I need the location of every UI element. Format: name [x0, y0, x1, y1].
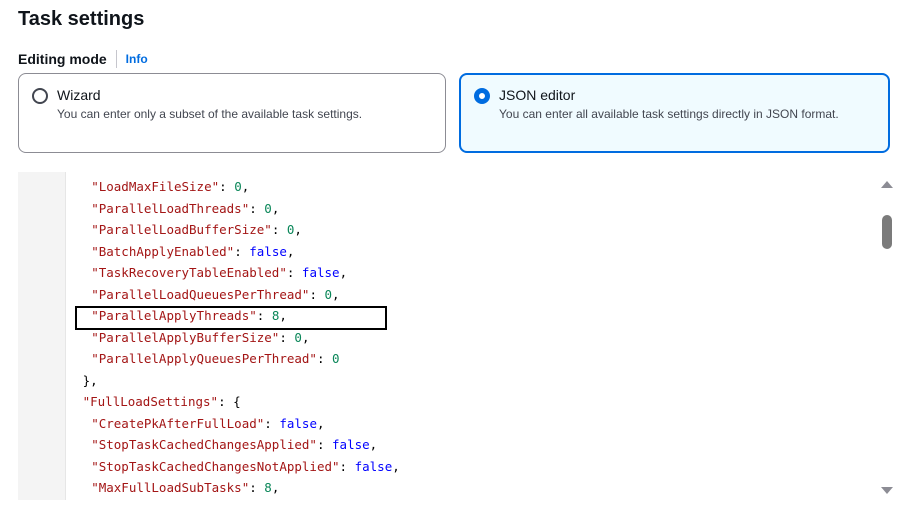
wizard-radio[interactable]: [32, 88, 48, 104]
json-separator: :: [249, 200, 265, 216]
triangle-up-icon[interactable]: [881, 181, 893, 188]
json-comma: ,: [271, 480, 280, 495]
json-value: 8: [264, 480, 272, 495]
json-separator: :: [286, 265, 302, 280]
scrollbar-thumb[interactable]: [882, 215, 892, 249]
json-comma: ,: [339, 265, 348, 280]
json-value: 0: [332, 351, 340, 366]
json-value: false: [354, 458, 393, 474]
code-line[interactable]: 10"LoadMaxFileSize": 0,: [91, 176, 249, 198]
json-separator: :: [316, 437, 333, 452]
json-value: 0: [234, 179, 242, 194]
json-comma: ,: [369, 437, 378, 452]
json-value: false: [332, 437, 370, 452]
json-comma: ,: [301, 329, 310, 345]
code-line[interactable]: 12"ParallelLoadBufferSize": 0,: [91, 219, 302, 241]
json-key: "ParallelLoadThreads": [91, 200, 250, 216]
json-separator: :: [309, 286, 325, 302]
highlight-box: [75, 306, 387, 330]
divider: [115, 50, 117, 68]
json-value: 0: [324, 286, 333, 302]
json-key: "CreatePkAfterFullLoad": [91, 415, 265, 431]
json-separator: :: [219, 179, 235, 194]
json-editor-option-tile[interactable]: JSON editor You can enter all available …: [459, 73, 890, 153]
json-separator: :: [234, 243, 250, 259]
json-value: 0: [264, 200, 272, 216]
json-key: "LoadMaxFileSize": [91, 179, 220, 194]
json-key: "ParallelApplyBufferSize": [91, 329, 280, 345]
code-line[interactable]: 11"ParallelLoadThreads": 0,: [91, 198, 279, 220]
code-line[interactable]: 21"CreatePkAfterFullLoad": false,: [91, 413, 324, 435]
wizard-option-title: Wizard: [57, 87, 101, 103]
info-link[interactable]: Info: [126, 52, 148, 66]
json-separator: :: [271, 222, 287, 237]
code-line[interactable]: 14"TaskRecoveryTableEnabled": false,: [91, 262, 347, 284]
editing-mode-header: Editing mode Info: [18, 50, 148, 68]
json-key: "ParallelLoadBufferSize": [91, 222, 272, 237]
json-key: "FullLoadSettings": [82, 394, 219, 409]
wizard-option-description: You can enter only a subset of the avail…: [57, 107, 363, 121]
json-comma: ,: [392, 458, 400, 474]
json-value: {: [233, 394, 241, 409]
json-editor-option-description: You can enter all available task setting…: [499, 107, 839, 121]
json-separator: :: [279, 329, 295, 345]
code-line[interactable]: 23"StopTaskCachedChangesNotApplied": fal…: [91, 456, 400, 478]
json-separator: :: [249, 480, 265, 495]
json-key: "TaskRecoveryTableEnabled": [91, 265, 287, 280]
json-separator: :: [339, 458, 355, 474]
json-value: false: [301, 265, 340, 280]
json-editor-option-title: JSON editor: [499, 87, 576, 103]
json-editor-radio[interactable]: [474, 88, 490, 104]
json-key: "BatchApplyEnabled": [91, 243, 235, 259]
editing-mode-label: Editing mode: [18, 51, 107, 67]
json-comma: ,: [286, 243, 295, 259]
code-line[interactable]: 18"ParallelApplyQueuesPerThread": 0: [91, 348, 339, 370]
json-value: 0: [294, 329, 302, 345]
code-line[interactable]: 13"BatchApplyEnabled": false,: [91, 241, 294, 263]
code-content[interactable]: 10"LoadMaxFileSize": 0,11"ParallelLoadTh…: [66, 172, 864, 500]
wizard-option-tile[interactable]: Wizard You can enter only a subset of th…: [18, 73, 446, 153]
code-line[interactable]: 24"MaxFullLoadSubTasks": 8,: [91, 477, 279, 499]
json-key: "ParallelApplyQueuesPerThread": [91, 351, 317, 366]
json-key: "MaxFullLoadSubTasks": [91, 480, 250, 495]
json-key: "ParallelLoadQueuesPerThread": [91, 286, 310, 302]
json-comma: ,: [241, 179, 250, 194]
page-title: Task settings: [18, 8, 145, 30]
code-line[interactable]: 20"FullLoadSettings": {: [83, 391, 241, 413]
editor-scrollbar[interactable]: [880, 172, 894, 500]
triangle-down-icon[interactable]: [881, 487, 893, 494]
json-value: false: [249, 243, 287, 259]
code-line[interactable]: 22"StopTaskCachedChangesApplied": false,: [91, 434, 377, 456]
json-key: "StopTaskCachedChangesApplied": [91, 437, 317, 452]
json-separator: :: [218, 394, 234, 409]
json-value: false: [279, 415, 317, 431]
json-comma: ,: [332, 286, 340, 302]
line-number-gutter: [18, 172, 66, 500]
json-value: },: [82, 372, 98, 388]
code-line[interactable]: 15"ParallelLoadQueuesPerThread": 0,: [91, 284, 339, 306]
json-separator: :: [316, 351, 333, 366]
json-key: "StopTaskCachedChangesNotApplied": [91, 458, 340, 474]
json-code-editor[interactable]: 10"LoadMaxFileSize": 0,11"ParallelLoadTh…: [18, 172, 894, 500]
json-separator: :: [264, 415, 280, 431]
json-comma: ,: [316, 415, 325, 431]
json-comma: ,: [294, 222, 302, 237]
code-line[interactable]: 19},: [83, 370, 98, 392]
json-comma: ,: [271, 200, 280, 216]
